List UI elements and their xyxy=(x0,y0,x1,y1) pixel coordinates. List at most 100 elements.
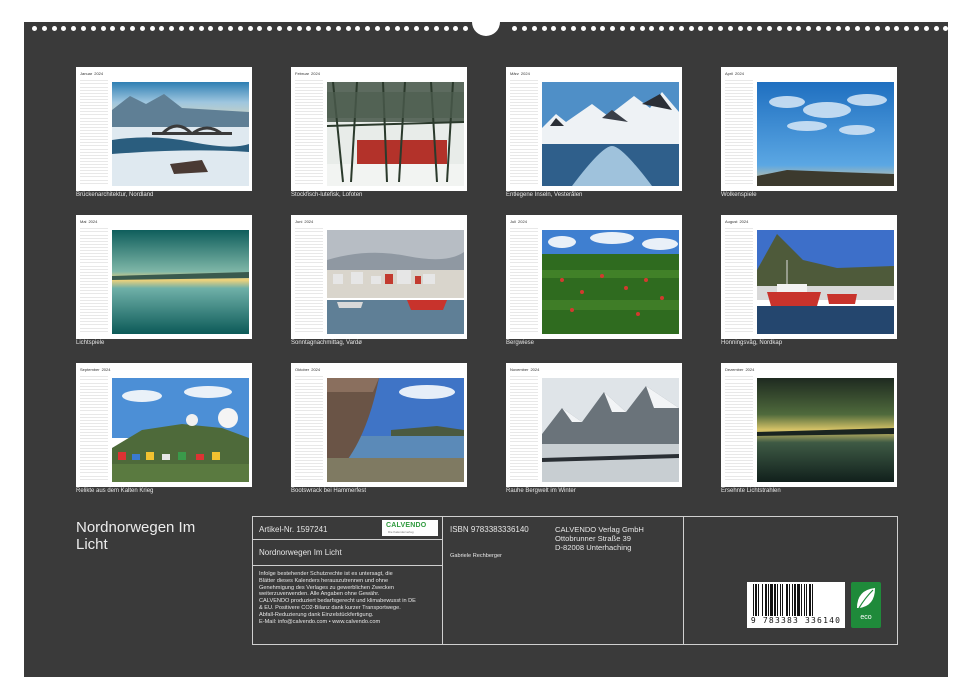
month-label: August 2024 xyxy=(725,219,749,224)
binding-hole xyxy=(306,26,312,31)
binding-hole xyxy=(188,26,194,31)
binding-hole xyxy=(522,26,527,31)
binding-hole xyxy=(326,26,331,31)
binding-hole xyxy=(914,26,919,31)
binding-hole xyxy=(81,26,86,31)
photo-boat-wreck xyxy=(327,378,464,482)
binding-hole xyxy=(365,26,371,31)
caption: Sonntagnachmittag, Vardø xyxy=(291,340,362,346)
caption: Ersehnte Lichtstrahlen xyxy=(721,488,781,494)
binding-hole xyxy=(757,26,763,31)
binding-hole xyxy=(825,26,831,31)
binding-hole xyxy=(923,26,929,31)
binding-hole xyxy=(874,26,880,31)
binding-hole xyxy=(355,26,361,31)
caption: Brückenarchitektur, Nordland xyxy=(76,192,154,198)
product-info-box: Artikel-Nr. 1597241 CALVENDO Die Kalende… xyxy=(252,516,898,645)
binding-hole xyxy=(865,26,870,31)
day-lines xyxy=(725,226,753,334)
photo-cloud-play xyxy=(757,82,894,186)
photo-harbour-vardoe xyxy=(327,230,464,334)
binding-hole xyxy=(414,26,420,31)
day-lines xyxy=(295,78,323,186)
binding-hole xyxy=(551,26,557,31)
binding-hole xyxy=(816,26,821,31)
binding-hole xyxy=(237,26,243,31)
binding-hole xyxy=(894,26,900,31)
article-number: Artikel-Nr. 1597241 xyxy=(259,525,328,534)
month-label: April 2024 xyxy=(725,71,744,76)
binding-hole xyxy=(835,26,841,31)
month-thumbnail-august: August 2024 xyxy=(721,215,897,339)
binding-hole xyxy=(443,26,449,31)
binding-hole xyxy=(257,26,263,31)
binding-hole xyxy=(286,26,292,31)
binding-hole xyxy=(433,26,439,31)
binding-hole xyxy=(786,26,792,31)
product-title: Nordnorwegen Im Licht xyxy=(259,548,342,557)
binding-hole xyxy=(453,26,459,31)
day-lines xyxy=(80,374,108,482)
binding-hole xyxy=(776,26,782,31)
caption: Rauhe Bergwelt im Winter xyxy=(506,488,576,494)
binding-hole xyxy=(316,26,322,31)
binding-hole xyxy=(708,26,714,31)
month-label: Mai 2024 xyxy=(80,219,98,224)
month-thumbnail-januar: Januar 2024 xyxy=(76,67,252,191)
photo-light-rays xyxy=(757,378,894,482)
binding-hole xyxy=(32,26,37,31)
month-thumbnail-maerz: März 2024 xyxy=(506,67,682,191)
binding-hole xyxy=(277,26,282,31)
publisher-address: CALVENDO Verlag GmbH Ottobrunner Straße … xyxy=(555,525,644,552)
month-label: Juli 2024 xyxy=(510,219,527,224)
photo-light-play xyxy=(112,230,249,334)
isbn: ISBN 9783383336140 xyxy=(450,525,529,534)
day-lines xyxy=(80,226,108,334)
month-label: Juni 2024 xyxy=(295,219,314,224)
binding-hole xyxy=(198,26,204,31)
caption: Wolkenspiele xyxy=(721,192,757,198)
binding-hole xyxy=(149,26,155,31)
binding-hole xyxy=(71,26,77,31)
month-label: November 2024 xyxy=(510,367,540,372)
day-lines xyxy=(295,226,323,334)
binding-hole xyxy=(659,26,665,31)
binding-hole xyxy=(747,26,753,31)
caption: Stockfisch-lutefisk, Lofoten xyxy=(291,192,363,198)
leaf-icon xyxy=(857,588,875,609)
caption: Bergwiese xyxy=(506,340,535,346)
caption: Entlegene Inseln, Vesterålen xyxy=(506,192,583,198)
binding-hole xyxy=(179,26,184,31)
cover-title: Nordnorwegen Im Licht xyxy=(76,519,196,553)
binding-hole xyxy=(541,26,547,31)
month-thumbnail-februar: Februar 2024 xyxy=(291,67,467,191)
photo-stockfish-racks xyxy=(327,82,464,186)
month-thumbnail-april: April 2024 xyxy=(721,67,897,191)
binding-hole xyxy=(130,26,135,31)
binding-hole xyxy=(41,26,47,31)
month-thumbnail-november: November 2024 xyxy=(506,363,682,487)
binding-hole xyxy=(110,26,116,31)
binding-hole xyxy=(208,26,214,31)
caption: Lichtspiele xyxy=(76,340,105,346)
month-thumbnail-dezember: Dezember 2024 xyxy=(721,363,897,487)
caption: Relikte aus dem Kalten Krieg xyxy=(76,488,154,494)
binding-hole xyxy=(610,26,616,31)
day-lines xyxy=(510,226,538,334)
binding-hole xyxy=(296,26,302,31)
binding-hole xyxy=(375,26,380,31)
month-label: Dezember 2024 xyxy=(725,367,755,372)
photo-islands-boat-wake xyxy=(542,82,679,186)
binding-hole xyxy=(571,26,576,31)
caption: Bootswrack bei Hammerfest xyxy=(291,488,367,494)
binding-hole xyxy=(806,26,812,31)
binding-hole xyxy=(561,26,567,31)
binding-hole xyxy=(120,26,126,31)
calvendo-logo: CALVENDO Die Kalenderverlag xyxy=(382,520,438,536)
binding-hole xyxy=(727,26,733,31)
binding-hole xyxy=(855,26,861,31)
binding-hole xyxy=(698,26,704,31)
binding-hole xyxy=(904,26,910,31)
month-thumbnail-oktober: Oktober 2024 xyxy=(291,363,467,487)
day-lines xyxy=(510,374,538,482)
